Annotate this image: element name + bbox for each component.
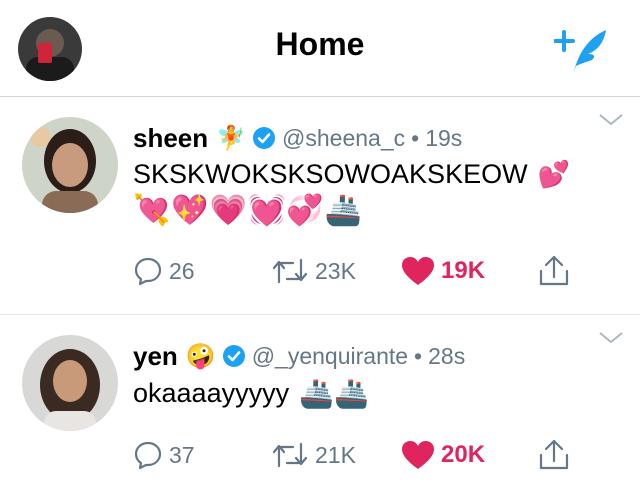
tweet-text: okaaaayyyyy (133, 378, 290, 408)
page-title: Home (275, 26, 365, 62)
share-button[interactable] (537, 439, 571, 471)
compose-tweet-icon[interactable] (553, 26, 610, 72)
like-count: 20K (441, 441, 486, 468)
tweet-actions: 26 23K 19K (133, 255, 583, 287)
emoji-line: 💘💖💗💓💞🚢 (133, 193, 363, 228)
reply-button[interactable]: 26 (133, 255, 195, 287)
heart-filled-icon (401, 440, 435, 470)
share-icon (537, 439, 571, 471)
name-emoji: 🤪 (185, 342, 216, 370)
text-emoji: 🚢🚢 (299, 378, 369, 409)
timestamp[interactable]: 28s (428, 343, 465, 370)
text-emoji: 💕 (537, 159, 570, 189)
avatar[interactable] (22, 335, 118, 431)
tweet[interactable]: sheen 🧚 @sheena_c • 19s SKSKWOKSKSOWOAKS… (0, 97, 640, 315)
verified-badge-icon (252, 126, 276, 150)
verified-badge-icon (222, 344, 246, 368)
name-emoji: 🧚 (216, 124, 247, 152)
share-icon (537, 255, 571, 287)
retweet-count: 21K (315, 441, 356, 468)
like-button[interactable]: 19K (401, 255, 485, 287)
like-count: 19K (441, 257, 486, 284)
tweet-actions: 37 21K 20K (133, 439, 583, 471)
avatar[interactable] (22, 117, 118, 213)
heart-filled-icon (401, 256, 435, 286)
timestamp[interactable]: 19s (425, 125, 462, 152)
tweet[interactable]: yen 🤪 @_yenquirante • 28s okaaaayyyyy 🚢🚢… (0, 315, 640, 497)
retweet-button[interactable]: 23K (271, 255, 356, 287)
top-bar: Home (0, 0, 640, 97)
handle[interactable]: @_yenquirante (252, 343, 408, 370)
handle[interactable]: @sheena_c (282, 125, 405, 152)
display-name[interactable]: sheen (133, 123, 208, 154)
separator: • (414, 342, 423, 369)
reply-count: 37 (169, 441, 195, 468)
like-button[interactable]: 20K (401, 439, 485, 471)
reply-icon (133, 256, 163, 286)
separator: • (411, 124, 420, 151)
reply-icon (133, 440, 163, 470)
retweet-count: 23K (315, 257, 356, 284)
chevron-down-icon[interactable] (598, 331, 624, 345)
tweet-text: SKSKWOKSKSOWOAKSKEOW (133, 159, 528, 189)
display-name[interactable]: yen (133, 341, 178, 372)
retweet-button[interactable]: 21K (271, 439, 356, 471)
reply-count: 26 (169, 257, 195, 284)
share-button[interactable] (537, 255, 571, 287)
retweet-icon (271, 440, 309, 470)
chevron-down-icon[interactable] (598, 113, 624, 127)
emoji-line-text: 💘💖💗💓💞🚢 (133, 194, 364, 227)
retweet-icon (271, 256, 309, 286)
reply-button[interactable]: 37 (133, 439, 195, 471)
